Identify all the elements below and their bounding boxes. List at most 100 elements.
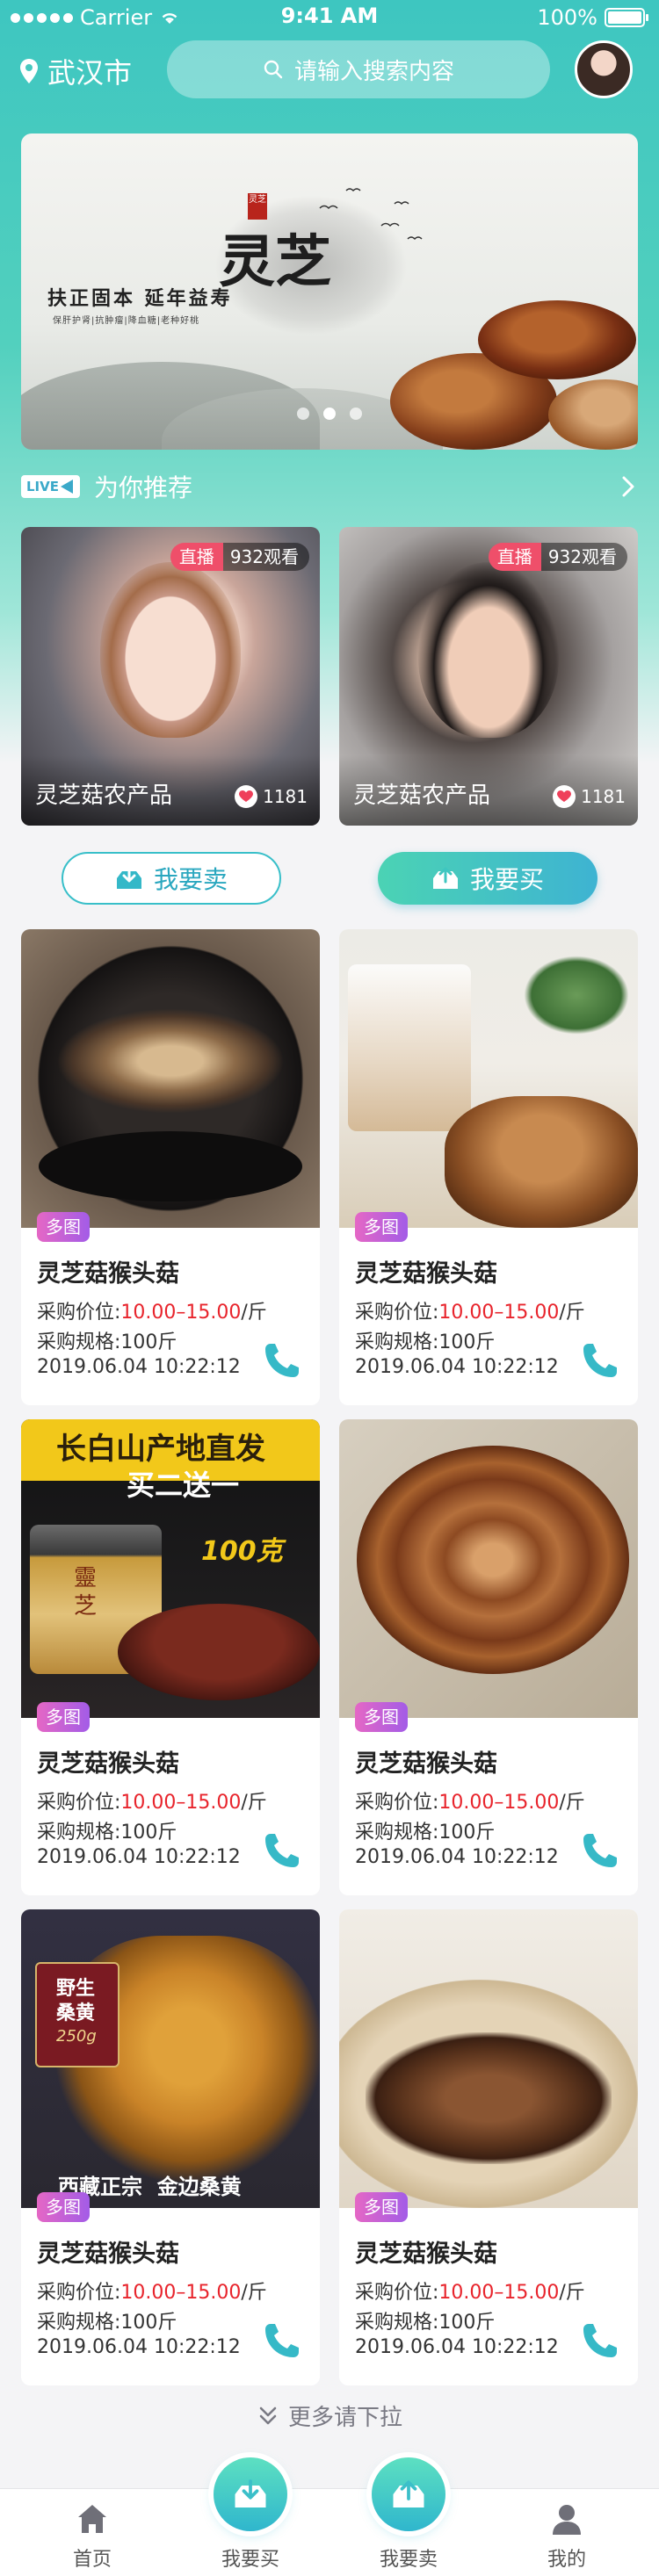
product-price-line: 采购价位:10.00–15.00/斤 xyxy=(355,2282,585,2304)
product-date: 2019.06.04 10:22:12 xyxy=(37,1846,241,1868)
buy-button[interactable]: 我要买 xyxy=(378,852,597,905)
product-price: 10.00–15.00 xyxy=(438,1302,560,1324)
load-more-hint[interactable]: 更多请下拉 xyxy=(0,2399,659,2432)
buy-label: 我要买 xyxy=(469,865,544,894)
upload-tray-icon xyxy=(393,2480,424,2507)
top-header: 武汉市 请输入搜索内容 xyxy=(0,40,659,98)
live-label: 直播 xyxy=(170,543,223,571)
product-price: 10.00–15.00 xyxy=(438,1792,560,1814)
carousel-dot-active[interactable] xyxy=(323,408,336,420)
chevron-right-icon[interactable] xyxy=(620,474,636,499)
product-card[interactable]: 多图 灵芝菇猴头菇 采购价位:10.00–15.00/斤 采购规格:100斤 2… xyxy=(339,929,638,1405)
sell-label: 我要卖 xyxy=(153,865,228,894)
product-spec: 采购规格:100斤 xyxy=(37,1331,177,1353)
phone-icon[interactable] xyxy=(578,2319,622,2363)
download-tray-icon xyxy=(235,2479,266,2507)
carousel-dots[interactable] xyxy=(21,408,638,420)
product-image xyxy=(21,929,320,1228)
live-card-title: 灵芝菇农产品 xyxy=(353,783,491,809)
product-price: 10.00–15.00 xyxy=(438,2282,560,2304)
like-count-value: 1181 xyxy=(581,786,626,807)
live-stream-card[interactable]: 直播 932观看 灵芝菇农产品 1181 xyxy=(21,527,320,826)
phone-icon[interactable] xyxy=(260,1829,304,1872)
jar-label: 靈芝 xyxy=(74,1565,98,1620)
product-title: 灵芝菇猴头菇 xyxy=(355,1260,497,1288)
promo-headline: 长白山产地直发 xyxy=(56,1432,265,1467)
phone-icon[interactable] xyxy=(578,1339,622,1382)
tab-sell[interactable]: 我要卖 xyxy=(343,2457,474,2576)
product-image xyxy=(339,929,638,1228)
heart-icon xyxy=(235,785,258,808)
search-placeholder: 请输入搜索内容 xyxy=(293,58,454,85)
live-badge: LIVE xyxy=(21,475,80,498)
product-card[interactable]: 多图 灵芝菇猴头菇 采购价位:10.00–15.00/斤 采购规格:100斤 2… xyxy=(339,1909,638,2385)
product-price-line: 采购价位:10.00–15.00/斤 xyxy=(355,1302,585,1324)
like-count[interactable]: 1181 xyxy=(553,785,626,808)
product-card[interactable]: 野生 桑黄 250g 西藏正宗 金边桑黄 多图 灵芝菇猴头菇 采购价位:10.0… xyxy=(21,1909,320,2385)
heart-icon xyxy=(553,785,576,808)
recommend-section-header[interactable]: LIVE 为你推荐 xyxy=(21,469,638,504)
sell-button[interactable]: 我要卖 xyxy=(62,852,281,905)
live-badge-text: LIVE xyxy=(26,479,59,494)
phone-icon[interactable] xyxy=(578,1829,622,1872)
promo-badge-weight: 250g xyxy=(56,2027,97,2046)
product-date: 2019.06.04 10:22:12 xyxy=(37,2336,241,2358)
load-more-text: 更多请下拉 xyxy=(287,2405,402,2431)
multi-image-tag: 多图 xyxy=(355,1212,408,1242)
tab-home[interactable]: 首页 xyxy=(26,2489,158,2576)
tab-label: 首页 xyxy=(72,2549,112,2571)
recommend-title: 为你推荐 xyxy=(94,473,193,502)
product-date: 2019.06.04 10:22:12 xyxy=(355,1846,559,1868)
streamer-photo xyxy=(100,562,241,738)
city-name: 武汉市 xyxy=(47,56,133,90)
product-spec: 采购规格:100斤 xyxy=(37,1822,177,1844)
product-card[interactable]: 多图 灵芝菇猴头菇 采购价位:10.00–15.00/斤 采购规格:100斤 2… xyxy=(21,929,320,1405)
product-image xyxy=(339,1419,638,1718)
product-card[interactable]: 多图 灵芝菇猴头菇 采购价位:10.00–15.00/斤 采购规格:100斤 2… xyxy=(339,1419,638,1895)
product-price: 10.00–15.00 xyxy=(120,1792,242,1814)
product-price-line: 采购价位:10.00–15.00/斤 xyxy=(37,2282,267,2304)
bottom-tab-bar: 首页 我要买 我要卖 我的 xyxy=(0,2457,659,2576)
user-icon xyxy=(553,2505,581,2535)
lingzhi-mushroom xyxy=(478,300,636,379)
tab-label: 我要卖 xyxy=(379,2549,438,2571)
home-icon xyxy=(78,2505,106,2533)
product-date: 2019.06.04 10:22:12 xyxy=(355,2336,559,2358)
battery-icon xyxy=(605,8,648,27)
tab-buy[interactable]: 我要买 xyxy=(185,2457,316,2576)
live-stream-card[interactable]: 直播 932观看 灵芝菇农产品 1181 xyxy=(339,527,638,826)
double-chevron-down-icon xyxy=(259,2406,277,2424)
search-icon xyxy=(264,60,283,79)
banner-seal: 灵芝 xyxy=(248,193,267,220)
location-selector[interactable]: 武汉市 xyxy=(19,51,132,91)
phone-icon[interactable] xyxy=(260,2319,304,2363)
tab-profile[interactable]: 我的 xyxy=(501,2489,633,2576)
promo-weight: 100克 xyxy=(201,1536,283,1567)
product-price-line: 采购价位:10.00–15.00/斤 xyxy=(37,1302,267,1324)
live-status-tag: 直播 932观看 xyxy=(488,543,627,571)
product-card[interactable]: 长白山产地直发 买二送一 靈芝 100克 多图 灵芝菇猴头菇 采购价位:10.0… xyxy=(21,1419,320,1895)
phone-icon[interactable] xyxy=(260,1339,304,1382)
banner-carousel[interactable]: 灵芝 灵芝 扶正固本 延年益寿 保肝护肾|抗肿瘤|降血糖|老种好桃 xyxy=(21,133,638,450)
buy-tab-circle xyxy=(214,2457,287,2531)
like-count[interactable]: 1181 xyxy=(235,785,308,808)
carousel-dot[interactable] xyxy=(297,408,309,420)
carousel-dot[interactable] xyxy=(350,408,362,420)
product-image: 野生 桑黄 250g 西藏正宗 金边桑黄 xyxy=(21,1909,320,2208)
product-image xyxy=(339,1909,638,2208)
user-avatar[interactable] xyxy=(575,40,633,98)
product-spec: 采购规格:100斤 xyxy=(37,2312,177,2334)
promo-badge-line2: 桑黄 xyxy=(56,2002,96,2024)
product-price-line: 采购价位:10.00–15.00/斤 xyxy=(37,1792,267,1814)
search-input[interactable]: 请输入搜索内容 xyxy=(167,40,550,98)
download-tray-icon xyxy=(116,866,141,889)
product-spec: 采购规格:100斤 xyxy=(355,1331,496,1353)
like-count-value: 1181 xyxy=(263,786,308,807)
product-price: 10.00–15.00 xyxy=(120,2282,242,2304)
location-pin-icon xyxy=(20,59,38,83)
multi-image-tag: 多图 xyxy=(37,1212,90,1242)
multi-image-tag: 多图 xyxy=(37,2192,90,2222)
tab-label: 我的 xyxy=(547,2549,586,2571)
banner-subtext: 保肝护肾|抗肿瘤|降血糖|老种好桃 xyxy=(53,316,200,326)
product-title: 灵芝菇猴头菇 xyxy=(355,1750,497,1778)
